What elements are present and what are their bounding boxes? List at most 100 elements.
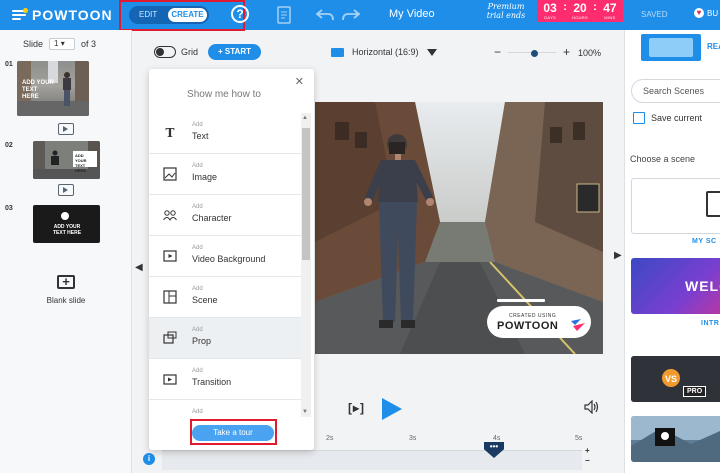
zoom-out-button[interactable]: − <box>494 45 501 59</box>
highlight-box-tour <box>190 419 277 445</box>
timer-hours: 20 HOURS <box>572 1 588 20</box>
zoom-slider-knob[interactable] <box>530 50 538 57</box>
trial-countdown[interactable]: 03 DAYS : 20 HOURS : 47 MINS <box>537 0 623 22</box>
close-icon[interactable]: ✕ <box>295 75 304 88</box>
text-icon: T <box>165 126 175 140</box>
slide-3-text: ADD YOUR TEXT HERE <box>52 224 82 236</box>
intro-scene-card[interactable]: WELC <box>631 258 720 314</box>
image-icon <box>163 167 177 181</box>
zoom-slider[interactable] <box>508 50 556 57</box>
search-scenes-input[interactable]: Search Scenes <box>631 79 720 103</box>
timeline-zoom-buttons[interactable]: + − <box>585 446 590 466</box>
how-to-item-text[interactable]: T Add Text <box>149 113 301 154</box>
tick-label: 4s <box>493 435 501 442</box>
logo-text: POWTOON <box>32 7 113 23</box>
scrollbar-thumb[interactable] <box>302 128 310 260</box>
transition-button-2[interactable] <box>58 184 74 196</box>
orientation-select[interactable]: Horizontal (16:9) <box>331 47 437 57</box>
intro-label: INTR <box>701 320 720 327</box>
pro-badge: PRO <box>683 386 707 397</box>
scene-thumbnail-pro[interactable]: VS PRO <box>631 356 720 402</box>
created-using-badge: CREATED USING POWTOON <box>487 306 591 338</box>
ready-made-thumbnail[interactable] <box>641 34 701 61</box>
transition-icon <box>163 374 177 385</box>
scene-vs-image: VS <box>631 356 720 402</box>
slide-navigator: Slide 1 ▾ of 3 <box>23 38 96 50</box>
redo-icon[interactable] <box>342 8 360 22</box>
slide-total: of 3 <box>81 39 97 49</box>
how-to-item-transition[interactable]: Add Transition <box>149 359 301 400</box>
top-bar: POWTOON EDIT CREATE ? My Video Premium t… <box>0 0 720 31</box>
ready-made-tab[interactable]: REA <box>707 42 720 51</box>
user-menu[interactable]: ♥ BU <box>694 8 718 18</box>
timer-mins: 47 MINS <box>603 1 617 20</box>
zoom-in-button[interactable]: + <box>563 45 570 59</box>
powtoon-logo[interactable]: POWTOON <box>12 7 113 23</box>
slide-3-logo-icon <box>61 212 69 220</box>
slides-panel: Slide 1 ▾ of 3 01 ADD YOUR TEXT HERE 02 … <box>0 30 132 473</box>
powtoon-watermark: POWTOON <box>497 320 559 332</box>
tick-label: 3s <box>409 435 417 442</box>
orientation-icon <box>331 47 344 57</box>
how-to-item-more[interactable]: ᵴᵴᵴ Add <box>149 400 301 417</box>
my-scenes-label: MY SC <box>692 238 717 245</box>
timeline-track[interactable] <box>162 450 582 470</box>
menu-icon[interactable] <box>12 8 28 21</box>
how-to-item-character[interactable]: Add Character <box>149 195 301 236</box>
scroll-up-icon[interactable]: ▲ <box>302 115 308 121</box>
slide-thumbnail-3[interactable]: ADD YOUR TEXT HERE <box>33 205 100 243</box>
timeline-info-icon[interactable]: i <box>143 453 155 465</box>
timer-days: 03 DAYS <box>543 1 557 20</box>
canvas-stage[interactable]: CREATED USING POWTOON <box>315 102 603 354</box>
play-icon[interactable] <box>382 398 402 420</box>
slide-thumbnail-1[interactable]: ADD YOUR TEXT HERE <box>17 61 89 116</box>
zoom-control: − + 100% <box>494 45 624 59</box>
slide-number-2: 02 <box>5 142 13 149</box>
slide-label: Slide <box>23 39 44 49</box>
how-to-item-scene[interactable]: Add Scene <box>149 277 301 318</box>
slide-select[interactable]: 1 ▾ <box>49 38 76 50</box>
popup-scrollbar[interactable]: ▲ ▼ <box>301 113 311 417</box>
trial-notice: Premium trial ends <box>486 2 526 20</box>
volume-icon[interactable] <box>584 400 600 414</box>
collapse-right-panel-icon[interactable]: ▶ <box>614 250 622 261</box>
play-scene-button[interactable]: [▸] <box>348 401 365 415</box>
scroll-down-icon[interactable]: ▼ <box>302 409 308 415</box>
svg-text:VS: VS <box>665 374 677 384</box>
character-icon <box>163 210 177 221</box>
add-slide-icon: + <box>57 275 75 289</box>
timeline-expand-button[interactable]: + <box>585 446 590 456</box>
undo-icon[interactable] <box>316 8 334 22</box>
blank-slide-label: Blank slide <box>46 296 86 305</box>
help-button[interactable]: ? <box>231 5 249 23</box>
zoom-percent: 100% <box>578 48 602 58</box>
notes-icon[interactable] <box>277 6 293 24</box>
orientation-label: Horizontal (16:9) <box>352 47 419 57</box>
slide-number-3: 03 <box>5 205 13 212</box>
collapse-left-panel-icon[interactable]: ◀ <box>135 262 143 273</box>
timeline-collapse-button[interactable]: − <box>585 456 590 466</box>
saved-status: SAVED <box>641 10 668 19</box>
canvas-toolbar: Grid + START Horizontal (16:9) − + 100% <box>150 42 620 62</box>
scene-landscape-image <box>631 416 720 462</box>
show-me-how-popup: ✕ Show me how to T Add Text Add Image Ad… <box>149 69 314 450</box>
scene-thumbnail-landscape[interactable] <box>631 416 720 462</box>
save-current-label: Save current <box>651 113 703 123</box>
created-using-label: CREATED USING <box>509 313 557 319</box>
prop-icon <box>163 331 177 344</box>
transition-button-1[interactable] <box>58 123 74 135</box>
save-current-button[interactable]: Save current <box>633 112 702 124</box>
my-scenes-card[interactable] <box>631 178 720 234</box>
how-to-item-video-background[interactable]: Add Video Background <box>149 236 301 277</box>
blank-slide-button[interactable]: + Blank slide <box>30 273 102 305</box>
slide-1-text: ADD YOUR TEXT HERE <box>22 80 54 100</box>
slide-thumbnail-2[interactable]: ADD YOUR TEXT HERE <box>33 141 100 179</box>
how-to-item-image[interactable]: Add Image <box>149 154 301 195</box>
how-to-item-prop[interactable]: Add Prop <box>149 318 301 359</box>
slide-number-1: 01 <box>5 61 13 68</box>
chevron-down-icon <box>426 48 437 56</box>
grid-toggle[interactable] <box>154 46 176 58</box>
grid-label: Grid <box>181 47 199 57</box>
video-title[interactable]: My Video <box>389 8 435 20</box>
start-button[interactable]: + START <box>208 44 261 60</box>
